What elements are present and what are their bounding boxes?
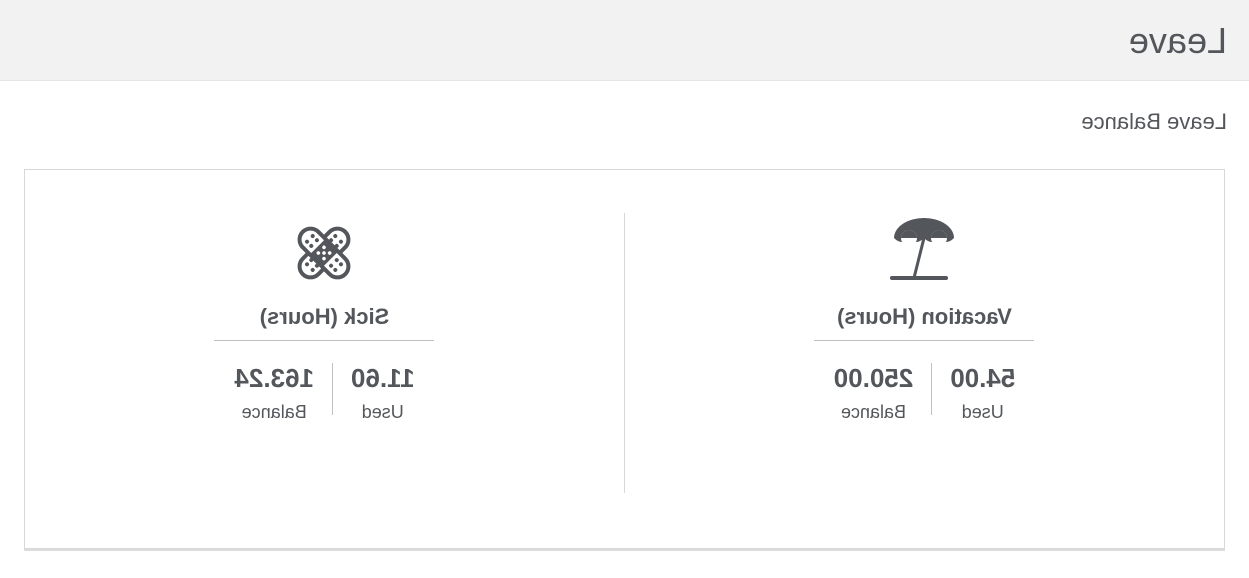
page-title: Leave bbox=[22, 20, 1227, 62]
sick-card-title: Sick (Hours) bbox=[260, 304, 390, 330]
vacation-card-title: Vacation (Hours) bbox=[837, 304, 1012, 330]
vacation-used-label: Used bbox=[962, 402, 1004, 423]
stat-divider bbox=[332, 363, 333, 415]
vacation-balance-stat: 250.00 Balance bbox=[816, 363, 932, 423]
vacation-stats: 54.00 Used 250.00 Balance bbox=[816, 363, 1034, 423]
vacation-balance-label: Balance bbox=[841, 402, 906, 423]
vacation-used-value: 54.00 bbox=[950, 363, 1015, 394]
bandage-icon bbox=[285, 208, 365, 288]
umbrella-icon bbox=[885, 208, 965, 288]
sick-balance-stat: 163.24 Balance bbox=[216, 363, 332, 423]
vacation-card: Vacation (Hours) 54.00 Used 250.00 Balan… bbox=[625, 208, 1224, 498]
sick-balance-label: Balance bbox=[242, 402, 307, 423]
page-header: Leave bbox=[0, 0, 1249, 81]
stat-divider bbox=[931, 363, 932, 415]
divider-line bbox=[215, 340, 435, 341]
vacation-used-stat: 54.00 Used bbox=[932, 363, 1033, 423]
sick-stats: 11.60 Used 163.24 Balance bbox=[216, 363, 432, 423]
sick-used-stat: 11.60 Used bbox=[333, 363, 433, 423]
leave-balance-panel: Vacation (Hours) 54.00 Used 250.00 Balan… bbox=[24, 169, 1225, 549]
vacation-balance-value: 250.00 bbox=[834, 363, 914, 394]
leave-balance-section: Leave Balance Vacation (Hours) bbox=[0, 81, 1249, 549]
sick-balance-value: 163.24 bbox=[234, 363, 314, 394]
sick-card: Sick (Hours) 11.60 Used 163.24 Balance bbox=[25, 208, 624, 498]
divider-line bbox=[815, 340, 1035, 341]
sick-used-label: Used bbox=[362, 402, 404, 423]
section-title: Leave Balance bbox=[22, 109, 1227, 135]
sick-used-value: 11.60 bbox=[351, 363, 415, 394]
